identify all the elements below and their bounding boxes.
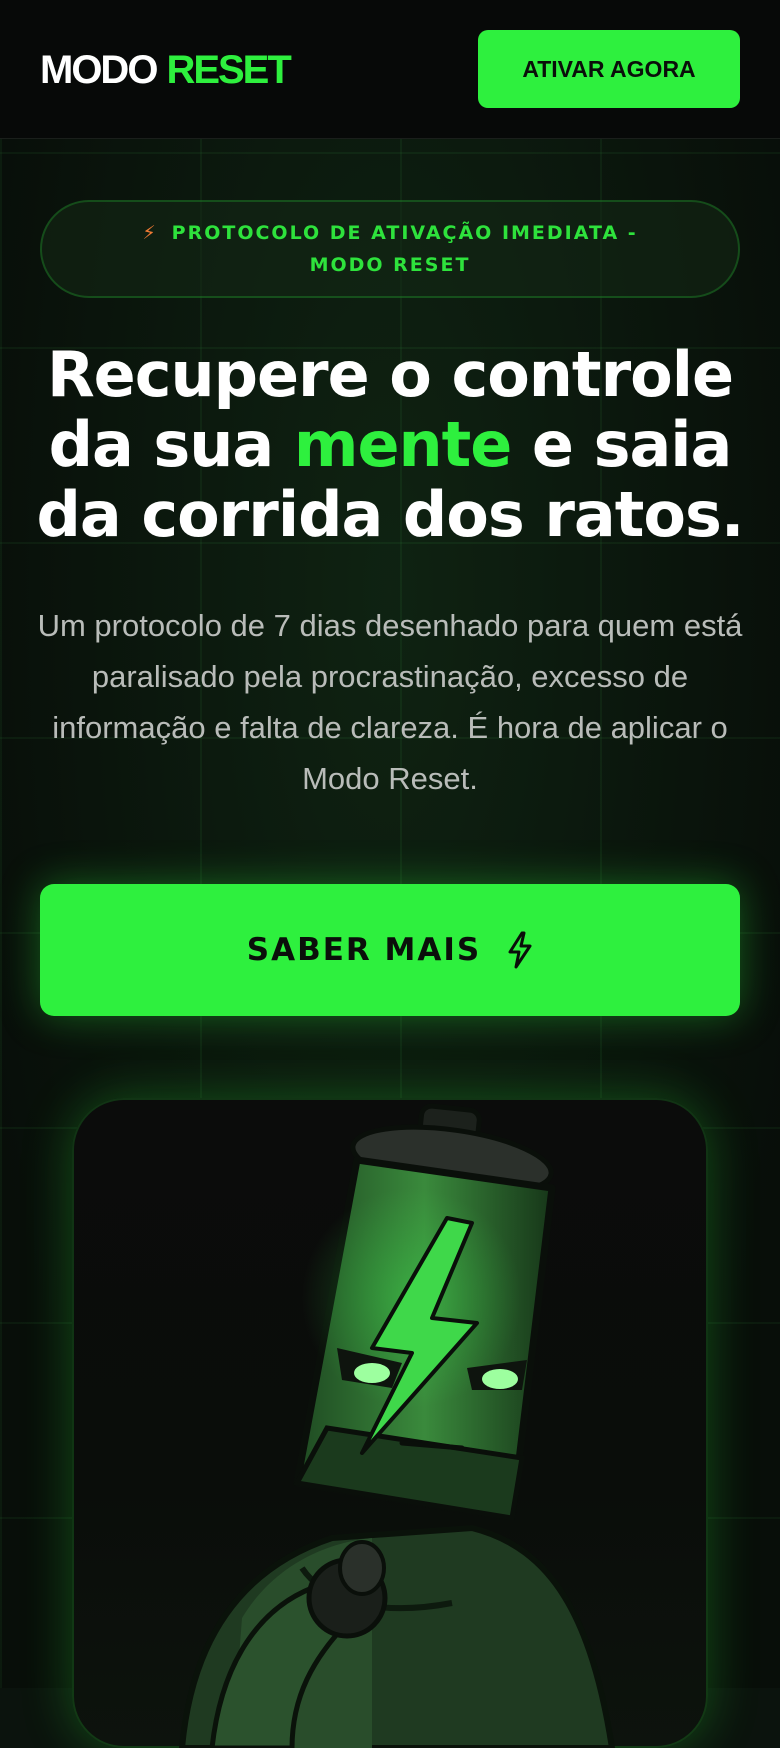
headline-highlight: mente (293, 408, 512, 481)
hero-illustration-card (72, 1098, 708, 1748)
lightning-bolt-icon: ⚡︎ (142, 222, 158, 244)
logo[interactable]: MODO RESET (40, 48, 292, 92)
lightning-bolt-icon (508, 931, 532, 969)
battery-character-illustration (178, 1103, 616, 1748)
activate-now-button[interactable]: ATIVAR AGORA (478, 30, 740, 108)
hero-subheadline: Um protocolo de 7 dias desenhado para qu… (37, 608, 743, 796)
protocol-badge: ⚡︎ PROTOCOLO DE ATIVAÇÃO IMEDIATA - MODO … (40, 200, 740, 298)
learn-more-button[interactable]: SABER MAIS (40, 884, 740, 1016)
badge-text: PROTOCOLO DE ATIVAÇÃO IMEDIATA - MODO RE… (171, 222, 638, 276)
hero-headline: Recupere o controle da sua mente e saia … (20, 340, 760, 550)
logo-word-reset: RESET (166, 48, 291, 92)
top-header: MODO RESET ATIVAR AGORA (0, 0, 780, 139)
learn-more-label: SABER MAIS (246, 932, 482, 968)
logo-word-modo: MODO (40, 48, 158, 92)
